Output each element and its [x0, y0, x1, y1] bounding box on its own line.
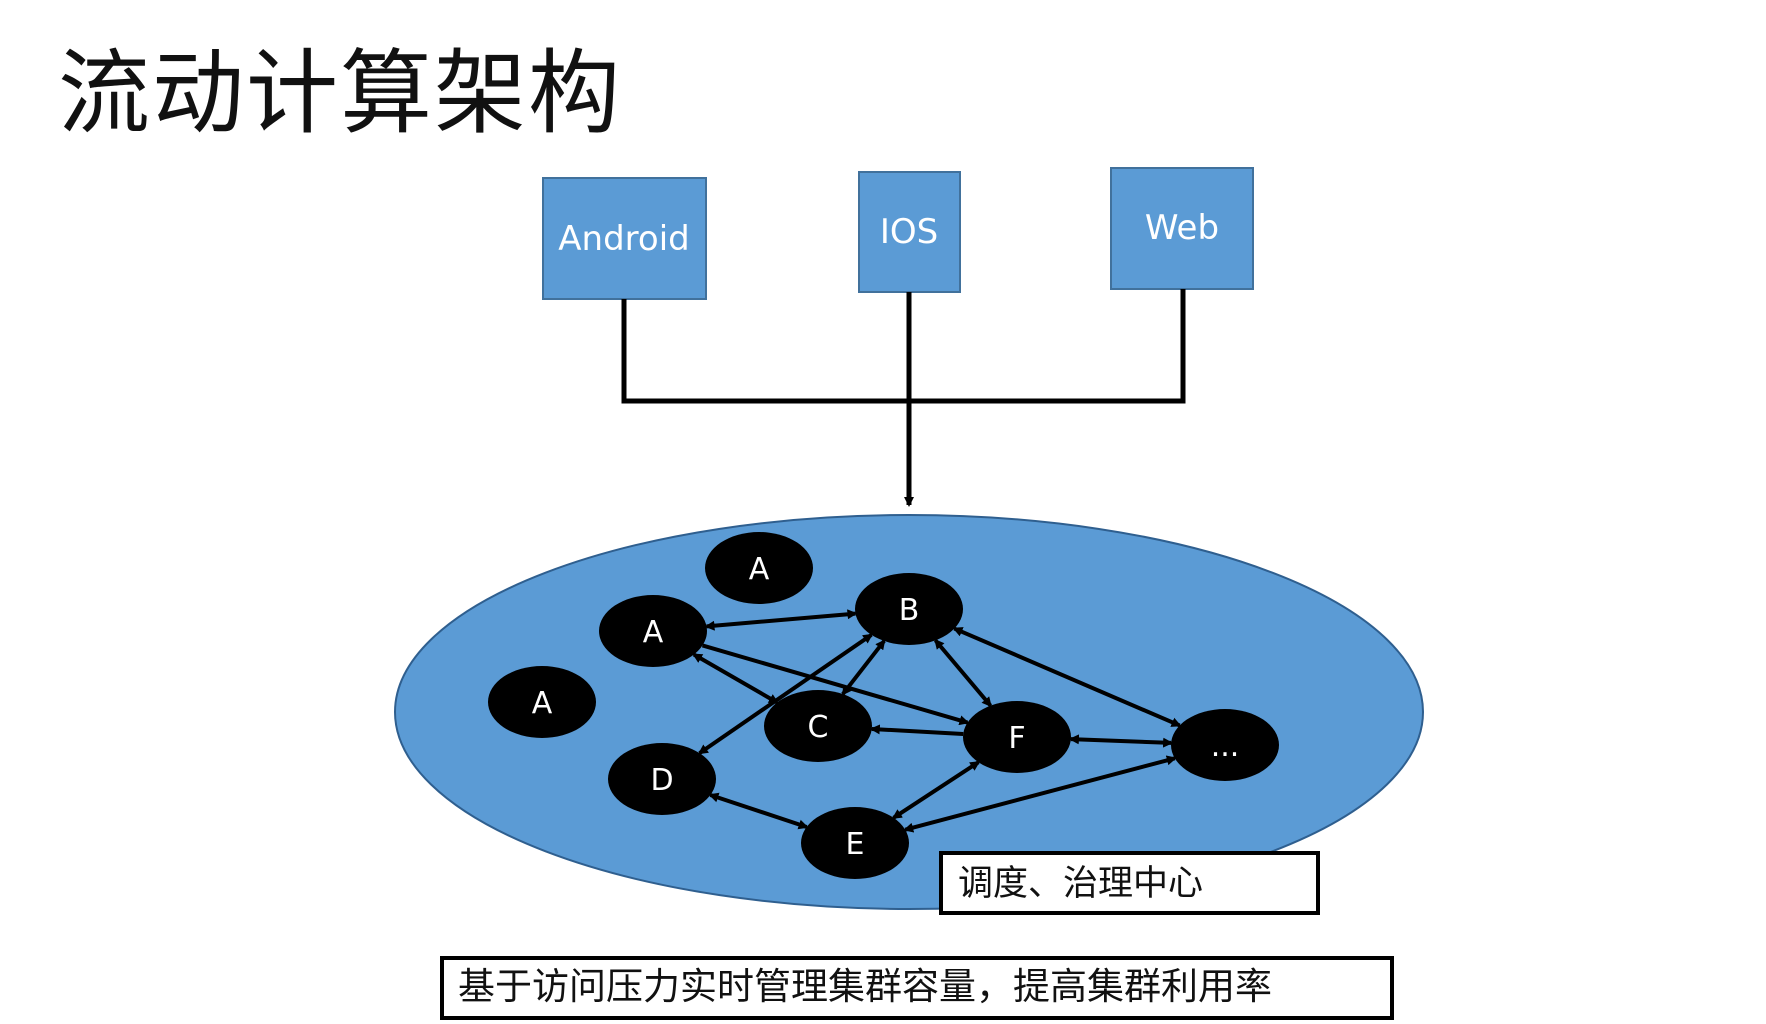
node-b: B — [855, 573, 963, 645]
node-label-a1: A — [749, 552, 770, 587]
node-c: C — [764, 690, 872, 762]
client-box-ios: IOS — [858, 171, 961, 293]
node-label-more: ... — [1211, 729, 1240, 764]
client-label-android: Android — [558, 219, 689, 259]
node-label-c: C — [808, 710, 829, 745]
bottom-note: 基于访问压力实时管理集群容量，提高集群利用率 — [458, 965, 1272, 1008]
node-label-d: D — [650, 763, 673, 798]
center-label: 调度、治理中心 — [958, 864, 1203, 904]
bottom-note-box: 基于访问压力实时管理集群容量，提高集群利用率 — [440, 956, 1394, 1020]
client-box-web: Web — [1110, 167, 1254, 290]
architecture-diagram: Android IOS Web A A A B C D E F... 调度、治理中心 基于访问… — [394, 167, 1424, 1020]
node-label-a2: A — [643, 615, 664, 650]
node-label-e: E — [846, 827, 865, 862]
node-a2: A — [599, 595, 707, 667]
client-connector — [621, 289, 1186, 507]
client-label-ios: IOS — [880, 212, 938, 252]
node-label-f: F — [1008, 721, 1025, 756]
node-e: E — [801, 807, 909, 879]
node-f: F — [963, 701, 1071, 773]
node-label-a3: A — [532, 686, 553, 721]
connector-bus-line — [621, 289, 1186, 404]
node-label-b: B — [899, 593, 920, 628]
center-label-box: 调度、治理中心 — [939, 851, 1320, 915]
client-label-web: Web — [1145, 208, 1219, 248]
client-box-android: Android — [542, 177, 707, 300]
node-a3: A — [488, 666, 596, 738]
node-a1: A — [705, 532, 813, 604]
node-more: ... — [1171, 709, 1279, 781]
node-d: D — [608, 743, 716, 815]
